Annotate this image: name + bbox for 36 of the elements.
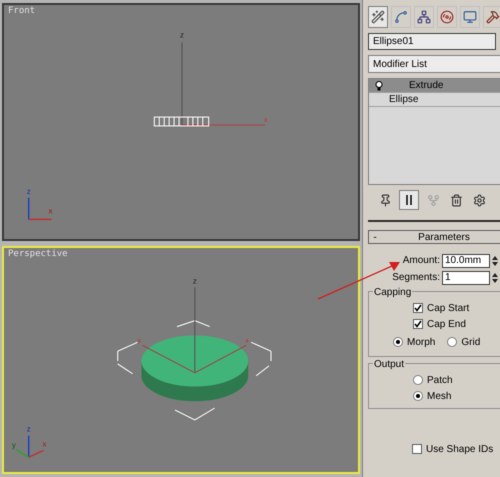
spinner-field[interactable]: 10.0mm xyxy=(442,254,490,268)
extruded-shape-drawing xyxy=(154,116,210,126)
modifier-list-dropdown[interactable]: Modifier List xyxy=(368,55,500,73)
radio-label: Patch xyxy=(427,374,453,388)
stack-item[interactable]: Ellipse xyxy=(369,93,500,107)
panel-tab-icon[interactable] xyxy=(437,6,457,28)
checkbox[interactable] xyxy=(413,303,423,313)
radio-button[interactable] xyxy=(447,337,458,347)
radio-button[interactable] xyxy=(413,391,423,401)
radio-button[interactable] xyxy=(393,337,403,347)
panel-tab-icon[interactable] xyxy=(460,6,480,28)
checkbox-label: Use Shape IDs xyxy=(426,442,494,456)
group-title: Capping xyxy=(373,285,412,300)
rollout-header[interactable]: - Parameters xyxy=(368,230,500,244)
radio-label: Mesh xyxy=(427,390,452,404)
field-label: Segments: xyxy=(392,271,440,285)
spinner-field[interactable]: 1 xyxy=(442,270,490,284)
field-label: Amount: xyxy=(402,254,440,268)
panel-tab-icon[interactable] xyxy=(483,6,500,28)
show-end-result-icon[interactable] xyxy=(399,190,419,210)
checkbox-label: Cap End xyxy=(427,318,466,332)
radio-label: Grid xyxy=(461,336,480,350)
radio-label: Morph xyxy=(407,336,436,350)
object-name-field[interactable]: Ellipse01 xyxy=(368,33,496,50)
group-title: Output xyxy=(373,357,406,372)
panel-tab-icon[interactable] xyxy=(414,6,434,28)
lightbulb-icon[interactable] xyxy=(375,80,383,90)
stack-item[interactable]: Extrude xyxy=(369,79,500,93)
spinner-icon[interactable] xyxy=(492,254,498,266)
checkbox[interactable] xyxy=(413,319,423,329)
radio-button[interactable] xyxy=(413,375,423,385)
panel-tab-icon[interactable] xyxy=(391,6,411,28)
checkbox-label: Cap Start xyxy=(427,302,470,316)
panel-tab-icon[interactable] xyxy=(368,6,388,28)
spinner-icon[interactable] xyxy=(492,272,498,284)
checkbox[interactable] xyxy=(412,444,422,454)
